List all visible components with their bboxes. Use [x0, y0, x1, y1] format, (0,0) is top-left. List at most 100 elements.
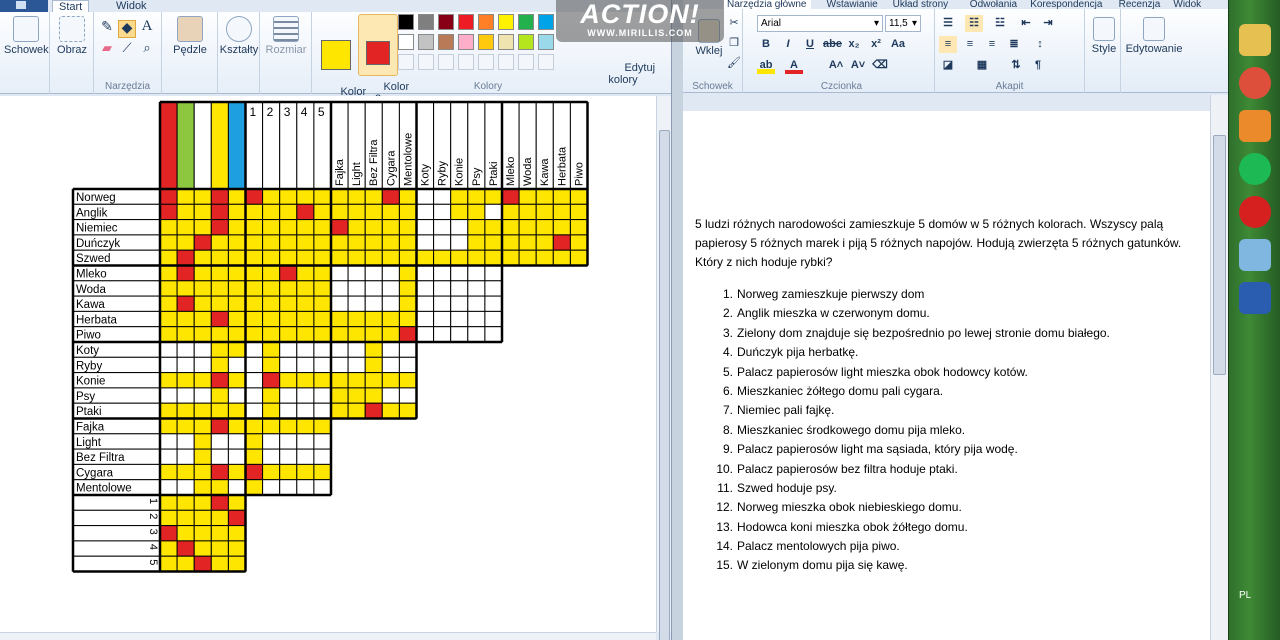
shading-icon[interactable]: ◪: [939, 57, 957, 74]
word-tab[interactable]: Recenzja: [1115, 0, 1165, 9]
font-name-combo[interactable]: Arial ▾: [757, 15, 883, 32]
brushes-button[interactable]: Pędzle: [166, 16, 214, 56]
multilevel-list-icon[interactable]: ☳: [991, 15, 1009, 32]
palette-swatch[interactable]: [398, 34, 414, 50]
word-tab[interactable]: Układ strony: [889, 0, 953, 9]
palette-empty-swatch[interactable]: [478, 54, 494, 70]
align-center-icon[interactable]: ≡: [961, 36, 979, 53]
palette-empty-swatch[interactable]: [498, 54, 514, 70]
palette-swatch[interactable]: [538, 14, 554, 30]
grid-cell: [210, 234, 229, 251]
pilcrow-icon[interactable]: ¶: [1029, 57, 1047, 74]
word-tab[interactable]: Odwołania: [966, 0, 1021, 9]
word-tab[interactable]: Wstawianie: [823, 0, 882, 9]
paint-tab-view[interactable]: Widok: [110, 0, 153, 12]
explorer-icon[interactable]: [1239, 24, 1271, 56]
document-page[interactable]: 5 ludzi różnych narodowości zamieszkuje …: [683, 111, 1210, 640]
line-spacing-icon[interactable]: ↕: [1031, 36, 1049, 53]
scroll-thumb[interactable]: [659, 130, 670, 640]
column-header-label: Psy: [471, 167, 483, 186]
palette-empty-swatch[interactable]: [438, 54, 454, 70]
clipboard-button[interactable]: Schowek: [4, 16, 49, 56]
cut-icon[interactable]: ✂: [727, 17, 741, 29]
palette-swatch[interactable]: [478, 34, 494, 50]
palette-empty-swatch[interactable]: [518, 54, 534, 70]
palette-swatch[interactable]: [458, 34, 474, 50]
image-button[interactable]: Obraz: [52, 16, 92, 56]
word-tab[interactable]: Korespondencja: [1026, 0, 1106, 9]
font-color-icon[interactable]: A: [785, 57, 803, 74]
word-icon[interactable]: [1239, 282, 1271, 314]
format-button-1[interactable]: I: [779, 36, 797, 53]
format-button-2[interactable]: U: [801, 36, 819, 53]
paint-tab-start[interactable]: Start: [52, 0, 90, 13]
format-button-4[interactable]: x₂: [845, 36, 863, 53]
language-indicator[interactable]: PL: [1239, 590, 1251, 601]
spotify-icon[interactable]: [1239, 153, 1271, 185]
bullets-icon[interactable]: ☰: [939, 15, 957, 32]
increase-indent-icon[interactable]: ⇥: [1039, 15, 1057, 32]
palette-swatch[interactable]: [518, 34, 534, 50]
grid-cell: [313, 433, 332, 450]
paint-icon[interactable]: [1239, 239, 1271, 271]
magnifier-icon[interactable]: ⌕: [138, 41, 156, 60]
text-icon[interactable]: A: [138, 19, 156, 38]
pencil-icon[interactable]: ✎: [98, 19, 116, 38]
palette-empty-swatch[interactable]: [398, 54, 414, 70]
palette-swatch[interactable]: [518, 14, 534, 30]
eraser-icon[interactable]: ▰: [98, 41, 116, 60]
word-tab[interactable]: Widok: [1169, 0, 1205, 9]
word-tab[interactable]: Narzędzia główne: [723, 0, 811, 9]
chrome-icon[interactable]: [1239, 67, 1271, 99]
size-button[interactable]: Rozmiar: [262, 16, 310, 56]
color2-button[interactable]: Kolor 2: [358, 14, 409, 105]
sort-icon[interactable]: ⇅: [1007, 57, 1025, 74]
format-button-3[interactable]: abe: [823, 36, 842, 53]
paint-vertical-scrollbar[interactable]: [656, 96, 671, 640]
palette-swatch[interactable]: [538, 34, 554, 50]
palette-swatch[interactable]: [498, 14, 514, 30]
palette-swatch[interactable]: [418, 34, 434, 50]
palette-swatch[interactable]: [438, 14, 454, 30]
palette-swatch[interactable]: [498, 34, 514, 50]
align-left-icon[interactable]: ≡: [939, 36, 957, 53]
grow-font-icon[interactable]: A˄: [827, 57, 845, 74]
color1-button[interactable]: Kolor 1: [316, 14, 366, 110]
format-button-5[interactable]: x²: [867, 36, 885, 53]
paint-canvas[interactable]: 1 2 3 4 5 Fajka Light Bez Filtra Cygara Mentolowe…: [0, 96, 656, 632]
palette-empty-swatch[interactable]: [538, 54, 554, 70]
picker-icon[interactable]: ⟋: [118, 41, 136, 60]
paint-horizontal-scrollbar[interactable]: [0, 632, 656, 640]
format-button-0[interactable]: B: [757, 36, 775, 53]
copy-icon[interactable]: ❐: [727, 37, 741, 49]
align-right-icon[interactable]: ≡: [983, 36, 1001, 53]
palette-swatch[interactable]: [478, 14, 494, 30]
font-size-combo[interactable]: 11,5 ▾: [885, 15, 921, 32]
clear-format-icon[interactable]: ⌫: [871, 57, 889, 74]
record-icon[interactable]: [1239, 196, 1271, 228]
fill-icon[interactable]: ◆: [118, 20, 136, 38]
format-button-6[interactable]: Aa: [889, 36, 907, 53]
palette-swatch[interactable]: [438, 34, 454, 50]
shapes-button[interactable]: Kształty: [218, 16, 260, 56]
grid-cell: [159, 387, 178, 404]
palette-empty-swatch[interactable]: [458, 54, 474, 70]
decrease-indent-icon[interactable]: ⇤: [1017, 15, 1035, 32]
format-painter-icon[interactable]: 🖌: [727, 57, 741, 69]
editing-button[interactable]: Edytowanie: [1121, 17, 1187, 55]
justify-icon[interactable]: ≣: [1005, 36, 1023, 53]
paint-file-tab[interactable]: [0, 0, 48, 12]
palette-swatch[interactable]: [418, 14, 434, 30]
media-player-icon[interactable]: [1239, 110, 1271, 142]
palette-swatch[interactable]: [458, 14, 474, 30]
palette-empty-swatch[interactable]: [418, 54, 434, 70]
palette-swatch[interactable]: [398, 14, 414, 30]
shrink-font-icon[interactable]: A˅: [849, 57, 867, 74]
word-vertical-scrollbar[interactable]: [1210, 95, 1228, 640]
grid-cell: [279, 280, 298, 297]
borders-icon[interactable]: ▦: [973, 57, 991, 74]
numbering-icon[interactable]: ☷: [965, 15, 983, 32]
styles-button[interactable]: Style: [1087, 17, 1121, 55]
highlight-icon[interactable]: ab: [757, 57, 775, 74]
scroll-thumb[interactable]: [1213, 135, 1226, 375]
